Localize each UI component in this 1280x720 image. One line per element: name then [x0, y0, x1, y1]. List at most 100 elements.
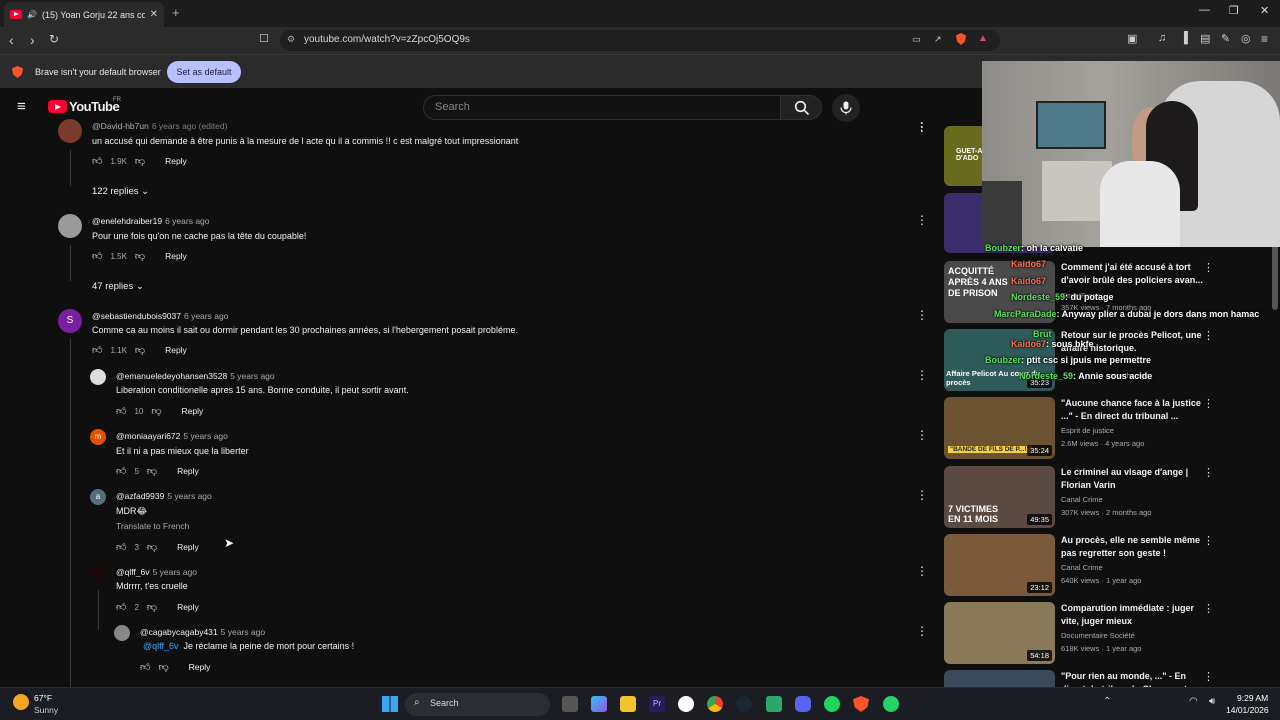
avatar[interactable]: [58, 214, 82, 238]
dislike-icon[interactable]: 👎︎: [151, 405, 161, 417]
video-more-icon[interactable]: ⋮: [1203, 261, 1214, 274]
reply-button[interactable]: Reply: [165, 345, 187, 355]
video-more-icon[interactable]: ⋮: [916, 120, 927, 133]
brave-icon[interactable]: [853, 696, 869, 712]
dislike-icon[interactable]: 👎︎: [147, 601, 157, 613]
reply-button[interactable]: Reply: [177, 542, 199, 552]
set-default-button[interactable]: Set as default: [167, 61, 241, 83]
like-icon[interactable]: 👍︎: [116, 541, 126, 553]
video-title[interactable]: Au procès, elle ne semble même pas regre…: [1061, 534, 1206, 559]
video-channel[interactable]: Canal Crime: [1061, 563, 1103, 572]
like-icon[interactable]: 👍︎: [116, 601, 126, 613]
extensions-icon[interactable]: ✎: [1221, 32, 1230, 45]
video-thumbnail[interactable]: [944, 670, 1055, 687]
avatar[interactable]: m: [90, 429, 106, 445]
comment-more-icon[interactable]: ⋮: [916, 308, 928, 322]
reply-button[interactable]: Reply: [189, 662, 211, 672]
dislike-icon[interactable]: 👎︎: [135, 250, 145, 262]
browser-tab[interactable]: 🔊 (15) Yoan Gorju 22 ans condamn... ✕: [4, 2, 164, 27]
share-icon[interactable]: ↗: [934, 34, 942, 45]
restore-icon[interactable]: ❐: [1229, 4, 1239, 17]
video-channel[interactable]: Canal Crime: [1061, 495, 1103, 504]
reply-button[interactable]: Reply: [165, 156, 187, 166]
video-more-icon[interactable]: ⋮: [1203, 670, 1214, 683]
youtube-logo-text[interactable]: YouTube: [69, 99, 120, 114]
avatar[interactable]: a: [90, 489, 106, 505]
chrome-icon[interactable]: [707, 696, 723, 712]
spotify-icon[interactable]: [824, 696, 840, 712]
weather-icon[interactable]: [13, 694, 29, 710]
like-icon[interactable]: 👍︎: [92, 250, 102, 262]
clock-date[interactable]: 14/01/2026: [1226, 705, 1269, 715]
video-title[interactable]: Comparution immédiate : juger vite, juge…: [1061, 602, 1206, 627]
reload-icon[interactable]: ↻: [49, 32, 59, 46]
video-more-icon[interactable]: ⋮: [1203, 602, 1214, 615]
video-more-icon[interactable]: ⋮: [1203, 534, 1214, 547]
dislike-icon[interactable]: 👎︎: [147, 541, 157, 553]
comment-author[interactable]: @sebastiendubois9037 6 years ago: [92, 311, 228, 321]
site-info-icon[interactable]: ⚙: [287, 34, 295, 45]
search-input[interactable]: Search: [423, 95, 781, 120]
video-channel[interactable]: Esprit de justice: [1061, 426, 1114, 435]
tray-chevron-icon[interactable]: ⌃: [1103, 696, 1111, 707]
menu-icon[interactable]: ≡: [1261, 32, 1268, 46]
media-icon[interactable]: ♫: [1158, 32, 1166, 44]
like-icon[interactable]: 👍︎: [92, 155, 102, 167]
reply-more-icon[interactable]: ⋮: [916, 564, 928, 578]
clock-time[interactable]: 9:29 AM: [1237, 693, 1268, 703]
video-more-icon[interactable]: ⋮: [1203, 466, 1214, 479]
avatar[interactable]: [58, 119, 82, 143]
dislike-icon[interactable]: 👎︎: [135, 155, 145, 167]
comment-author[interactable]: @enelehdraiber19 6 years ago: [92, 216, 210, 226]
like-icon[interactable]: 👍︎: [116, 405, 126, 417]
file-explorer-icon[interactable]: [620, 696, 636, 712]
close-window-icon[interactable]: ✕: [1260, 4, 1269, 17]
volume-icon[interactable]: 🔊︎: [1209, 696, 1215, 707]
reading-list-icon[interactable]: ▐: [1180, 32, 1188, 44]
like-icon[interactable]: 👍︎: [92, 344, 102, 356]
avatar[interactable]: [114, 625, 130, 641]
reply-button[interactable]: Reply: [182, 406, 204, 416]
copilot-icon[interactable]: [591, 696, 607, 712]
reply-button[interactable]: Reply: [165, 251, 187, 261]
cast-icon[interactable]: ▭: [912, 34, 921, 45]
whatsapp-icon[interactable]: [883, 696, 899, 712]
dislike-icon[interactable]: 👎︎: [158, 661, 168, 673]
wallet-icon[interactable]: ▤: [1200, 32, 1210, 45]
reply-author[interactable]: @qlff_6v 5 years ago: [116, 567, 197, 577]
speaker-icon[interactable]: 🔊: [27, 10, 37, 19]
vpn-icon[interactable]: ◎: [1241, 32, 1251, 45]
like-icon[interactable]: 👍︎: [116, 465, 126, 477]
comment-author[interactable]: @David-hb7un 6 years ago (edited): [92, 121, 227, 131]
video-title[interactable]: Comment j'ai été accusé à tort d'avoir b…: [1061, 261, 1206, 286]
avatar[interactable]: [90, 565, 106, 581]
dislike-icon[interactable]: 👎︎: [147, 465, 157, 477]
reply-more-icon[interactable]: ⋮: [916, 624, 928, 638]
github-icon[interactable]: [678, 696, 694, 712]
minimize-icon[interactable]: —: [1199, 4, 1210, 16]
view-replies-button[interactable]: 122 replies ⌄: [92, 186, 149, 197]
youtube-logo-icon[interactable]: [48, 100, 67, 113]
reply-author[interactable]: @emanueledeyohansen3528 5 years ago: [116, 371, 275, 381]
discord-icon[interactable]: [795, 696, 811, 712]
premiere-icon[interactable]: Pr: [649, 696, 665, 712]
video-thumbnail[interactable]: "BANDE DE FILS DE P...!" 35:24: [944, 397, 1055, 459]
steam-icon[interactable]: [736, 696, 752, 712]
video-title[interactable]: "Pour rien au monde, ..." - En direct du…: [1061, 670, 1206, 687]
video-thumbnail[interactable]: 7 VICTIMES EN 11 MOIS 49:35: [944, 466, 1055, 528]
reply-button[interactable]: Reply: [177, 602, 199, 612]
close-tab-icon[interactable]: ✕: [150, 9, 158, 20]
video-thumbnail[interactable]: 23:12: [944, 534, 1055, 596]
editor-icon[interactable]: [766, 696, 782, 712]
brave-shields-icon[interactable]: [956, 33, 966, 45]
reply-more-icon[interactable]: ⋮: [916, 428, 928, 442]
brave-rewards-icon[interactable]: ▲: [978, 33, 988, 44]
comment-more-icon[interactable]: ⋮: [916, 213, 928, 227]
sidebar-toggle-icon[interactable]: ▣: [1127, 32, 1137, 45]
voice-search-button[interactable]: [832, 94, 860, 122]
view-replies-button[interactable]: 47 replies ⌄: [92, 281, 144, 292]
video-title[interactable]: Le criminel au visage d'ange | Florian V…: [1061, 466, 1206, 491]
video-thumbnail[interactable]: 54:18: [944, 602, 1055, 664]
video-channel[interactable]: Documentaire Société: [1061, 631, 1135, 640]
video-more-icon[interactable]: ⋮: [1203, 397, 1214, 410]
